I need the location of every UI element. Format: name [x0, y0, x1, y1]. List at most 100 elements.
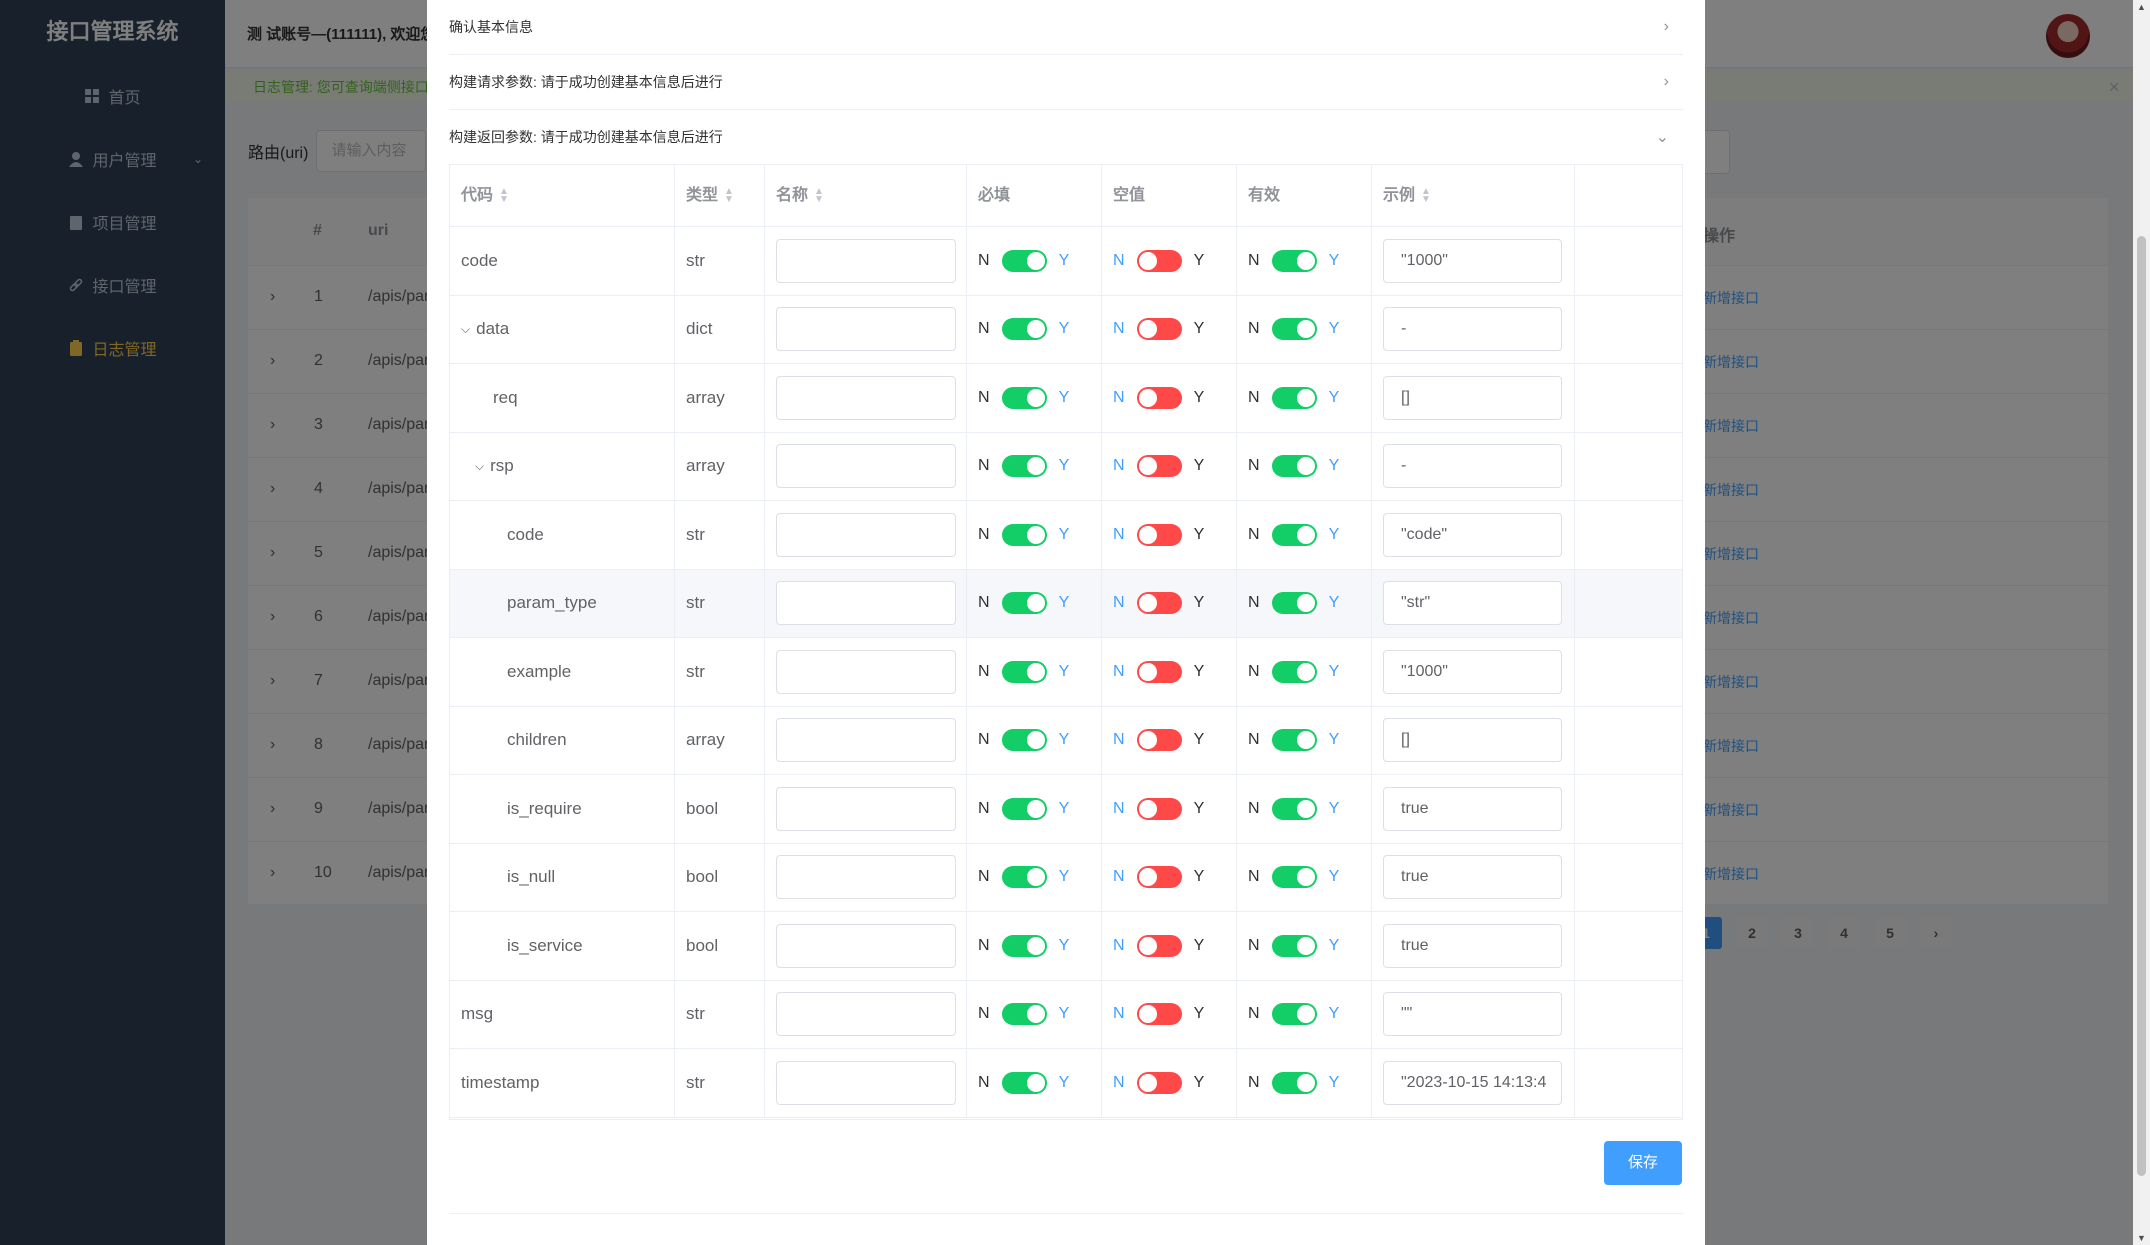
collapse-basic-info[interactable]: 确认基本信息 ›	[449, 0, 1683, 55]
toggle-switch[interactable]	[1001, 1071, 1047, 1094]
toggle-switch[interactable]	[1001, 797, 1047, 820]
sort-icon[interactable]: ▲ ▼	[1421, 186, 1431, 204]
nullable-switch[interactable]: NY	[1113, 660, 1204, 683]
toggle-switch[interactable]	[1136, 1071, 1182, 1094]
toggle-switch[interactable]	[1136, 1003, 1182, 1026]
required-switch[interactable]: NY	[978, 866, 1069, 889]
required-switch[interactable]: NY	[978, 1071, 1069, 1094]
param-name-input[interactable]	[776, 992, 956, 1037]
valid-switch[interactable]: NY	[1248, 866, 1339, 889]
column-header-code[interactable]: 代码 ▲ ▼	[450, 165, 675, 227]
required-switch[interactable]: NY	[978, 318, 1069, 341]
param-example-input[interactable]: ""	[1383, 992, 1562, 1037]
chevron-down-icon[interactable]: ⌵	[461, 322, 470, 337]
nullable-switch[interactable]: NY	[1113, 386, 1204, 409]
required-switch[interactable]: NY	[978, 455, 1069, 478]
toggle-switch[interactable]	[1271, 249, 1317, 272]
nullable-switch[interactable]: NY	[1113, 523, 1204, 546]
param-example-input[interactable]: []	[1383, 718, 1562, 763]
param-name-input[interactable]	[776, 786, 956, 831]
toggle-switch[interactable]	[1136, 866, 1182, 889]
toggle-switch[interactable]	[1271, 386, 1317, 409]
toggle-switch[interactable]	[1271, 866, 1317, 889]
required-switch[interactable]: NY	[978, 523, 1069, 546]
nullable-switch[interactable]: NY	[1113, 934, 1204, 957]
param-name-input[interactable]	[776, 855, 956, 900]
toggle-switch[interactable]	[1001, 934, 1047, 957]
required-switch[interactable]: NY	[978, 660, 1069, 683]
param-name-input[interactable]	[776, 718, 956, 763]
param-name-input[interactable]	[776, 581, 956, 626]
toggle-switch[interactable]	[1271, 592, 1317, 615]
toggle-switch[interactable]	[1271, 1003, 1317, 1026]
toggle-switch[interactable]	[1136, 797, 1182, 820]
toggle-switch[interactable]	[1136, 386, 1182, 409]
nullable-switch[interactable]: NY	[1113, 592, 1204, 615]
param-name-input[interactable]	[776, 307, 956, 352]
required-switch[interactable]: NY	[978, 592, 1069, 615]
param-example-input[interactable]: []	[1383, 375, 1562, 420]
param-name-input[interactable]	[776, 649, 956, 694]
toggle-switch[interactable]	[1001, 455, 1047, 478]
toggle-switch[interactable]	[1271, 318, 1317, 341]
valid-switch[interactable]: NY	[1248, 1003, 1339, 1026]
nullable-switch[interactable]: NY	[1113, 249, 1204, 272]
toggle-switch[interactable]	[1001, 1003, 1047, 1026]
nullable-switch[interactable]: NY	[1113, 1003, 1204, 1026]
toggle-switch[interactable]	[1136, 455, 1182, 478]
valid-switch[interactable]: NY	[1248, 1071, 1339, 1094]
toggle-switch[interactable]	[1136, 523, 1182, 546]
toggle-switch[interactable]	[1001, 523, 1047, 546]
column-header-name[interactable]: 名称 ▲ ▼	[765, 165, 967, 227]
valid-switch[interactable]: NY	[1248, 592, 1339, 615]
param-name-input[interactable]	[776, 512, 956, 557]
param-name-input[interactable]	[776, 923, 956, 968]
save-button[interactable]: 保存	[1604, 1141, 1682, 1185]
required-switch[interactable]: NY	[978, 729, 1069, 752]
valid-switch[interactable]: NY	[1248, 455, 1339, 478]
nullable-switch[interactable]: NY	[1113, 455, 1204, 478]
required-switch[interactable]: NY	[978, 249, 1069, 272]
valid-switch[interactable]: NY	[1248, 386, 1339, 409]
sort-icon[interactable]: ▲ ▼	[499, 186, 509, 204]
param-example-input[interactable]: true	[1383, 855, 1562, 900]
param-example-input[interactable]: true	[1383, 786, 1562, 831]
toggle-switch[interactable]	[1271, 934, 1317, 957]
param-name-input[interactable]	[776, 1060, 956, 1105]
param-example-input[interactable]: "str"	[1383, 581, 1562, 626]
valid-switch[interactable]: NY	[1248, 729, 1339, 752]
toggle-switch[interactable]	[1001, 249, 1047, 272]
toggle-switch[interactable]	[1136, 729, 1182, 752]
toggle-switch[interactable]	[1001, 660, 1047, 683]
scroll-up-icon[interactable]: ▲	[2137, 2, 2146, 12]
sort-icon[interactable]: ▲ ▼	[724, 186, 734, 204]
param-example-input[interactable]: "1000"	[1383, 238, 1562, 283]
nullable-switch[interactable]: NY	[1113, 797, 1204, 820]
required-switch[interactable]: NY	[978, 386, 1069, 409]
nullable-switch[interactable]: NY	[1113, 866, 1204, 889]
toggle-switch[interactable]	[1001, 866, 1047, 889]
chevron-down-icon[interactable]: ⌵	[475, 459, 484, 474]
valid-switch[interactable]: NY	[1248, 523, 1339, 546]
required-switch[interactable]: NY	[978, 1003, 1069, 1026]
toggle-switch[interactable]	[1271, 1071, 1317, 1094]
param-example-input[interactable]: true	[1383, 923, 1562, 968]
page-scrollbar[interactable]: ▲ ▼	[2133, 0, 2150, 1245]
toggle-switch[interactable]	[1271, 455, 1317, 478]
toggle-switch[interactable]	[1136, 660, 1182, 683]
required-switch[interactable]: NY	[978, 797, 1069, 820]
sort-icon[interactable]: ▲ ▼	[814, 186, 824, 204]
param-example-input[interactable]: -	[1383, 307, 1562, 352]
param-example-input[interactable]: "1000"	[1383, 649, 1562, 694]
toggle-switch[interactable]	[1271, 523, 1317, 546]
param-name-input[interactable]	[776, 375, 956, 420]
toggle-switch[interactable]	[1001, 318, 1047, 341]
param-example-input[interactable]: "code"	[1383, 512, 1562, 557]
toggle-switch[interactable]	[1136, 934, 1182, 957]
nullable-switch[interactable]: NY	[1113, 1071, 1204, 1094]
toggle-switch[interactable]	[1271, 660, 1317, 683]
scroll-down-icon[interactable]: ▼	[2137, 1233, 2146, 1243]
valid-switch[interactable]: NY	[1248, 797, 1339, 820]
valid-switch[interactable]: NY	[1248, 934, 1339, 957]
toggle-switch[interactable]	[1136, 318, 1182, 341]
